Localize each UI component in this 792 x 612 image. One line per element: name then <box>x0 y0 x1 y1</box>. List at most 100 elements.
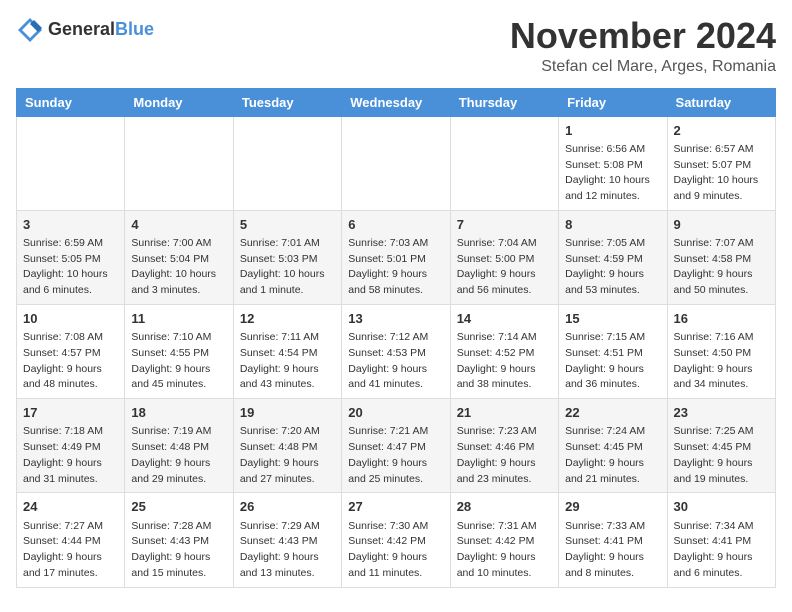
title-section: November 2024 Stefan cel Mare, Arges, Ro… <box>510 16 776 76</box>
day-number: 20 <box>348 404 443 422</box>
day-number: 21 <box>457 404 552 422</box>
day-info: Sunrise: 7:24 AMSunset: 4:45 PMDaylight:… <box>565 424 660 487</box>
weekday-header-friday: Friday <box>559 88 667 116</box>
day-info: Sunrise: 7:07 AMSunset: 4:58 PMDaylight:… <box>674 236 769 299</box>
calendar-cell: 4Sunrise: 7:00 AMSunset: 5:04 PMDaylight… <box>125 210 233 304</box>
day-number: 1 <box>565 122 660 140</box>
day-number: 14 <box>457 310 552 328</box>
weekday-header-sunday: Sunday <box>17 88 125 116</box>
day-info: Sunrise: 7:33 AMSunset: 4:41 PMDaylight:… <box>565 519 660 582</box>
calendar-cell <box>342 116 450 210</box>
day-info: Sunrise: 7:29 AMSunset: 4:43 PMDaylight:… <box>240 519 335 582</box>
day-number: 7 <box>457 216 552 234</box>
day-number: 23 <box>674 404 769 422</box>
calendar-cell: 1 Sunrise: 6:56 AMSunset: 5:08 PMDaylight… <box>559 116 667 210</box>
day-number: 26 <box>240 498 335 516</box>
weekday-header-thursday: Thursday <box>450 88 558 116</box>
day-number: 16 <box>674 310 769 328</box>
calendar-cell: 8 Sunrise: 7:05 AMSunset: 4:59 PMDaylight… <box>559 210 667 304</box>
calendar-cell <box>125 116 233 210</box>
day-info: Sunrise: 7:28 AMSunset: 4:43 PMDaylight:… <box>131 519 226 582</box>
calendar-cell: 10 Sunrise: 7:08 AMSunset: 4:57 PMDayligh… <box>17 304 125 398</box>
calendar-cell: 19Sunrise: 7:20 AMSunset: 4:48 PMDayligh… <box>233 399 341 493</box>
calendar-cell <box>17 116 125 210</box>
day-info: Sunrise: 7:27 AMSunset: 4:44 PMDaylight:… <box>23 519 118 582</box>
day-number: 18 <box>131 404 226 422</box>
day-info: Sunrise: 7:16 AMSunset: 4:50 PMDaylight:… <box>674 330 769 393</box>
calendar-cell: 20Sunrise: 7:21 AMSunset: 4:47 PMDayligh… <box>342 399 450 493</box>
week-row-3: 10 Sunrise: 7:08 AMSunset: 4:57 PMDayligh… <box>17 304 776 398</box>
day-number: 5 <box>240 216 335 234</box>
day-info: Sunrise: 7:00 AMSunset: 5:04 PMDaylight:… <box>131 236 226 299</box>
day-info: Sunrise: 6:56 AMSunset: 5:08 PMDaylight:… <box>565 142 660 205</box>
day-number: 13 <box>348 310 443 328</box>
logo-general: GeneralBlue <box>48 20 154 40</box>
day-info: Sunrise: 7:05 AMSunset: 4:59 PMDaylight:… <box>565 236 660 299</box>
day-number: 17 <box>23 404 118 422</box>
day-number: 2 <box>674 122 769 140</box>
weekday-header-monday: Monday <box>125 88 233 116</box>
calendar-cell: 12 Sunrise: 7:11 AMSunset: 4:54 PMDayligh… <box>233 304 341 398</box>
day-number: 28 <box>457 498 552 516</box>
calendar-cell: 6Sunrise: 7:03 AMSunset: 5:01 PMDaylight… <box>342 210 450 304</box>
day-info: Sunrise: 7:03 AMSunset: 5:01 PMDaylight:… <box>348 236 443 299</box>
calendar-cell: 23 Sunrise: 7:25 AMSunset: 4:45 PMDayligh… <box>667 399 775 493</box>
day-info: Sunrise: 7:12 AMSunset: 4:53 PMDaylight:… <box>348 330 443 393</box>
calendar-table: SundayMondayTuesdayWednesdayThursdayFrid… <box>16 88 776 588</box>
day-info: Sunrise: 7:31 AMSunset: 4:42 PMDaylight:… <box>457 519 552 582</box>
calendar-cell: 28 Sunrise: 7:31 AMSunset: 4:42 PMDayligh… <box>450 493 558 587</box>
logo: GeneralBlue <box>16 16 154 44</box>
weekday-header-saturday: Saturday <box>667 88 775 116</box>
day-number: 3 <box>23 216 118 234</box>
day-number: 29 <box>565 498 660 516</box>
day-info: Sunrise: 7:14 AMSunset: 4:52 PMDaylight:… <box>457 330 552 393</box>
day-number: 12 <box>240 310 335 328</box>
day-info: Sunrise: 7:15 AMSunset: 4:51 PMDaylight:… <box>565 330 660 393</box>
calendar-cell: 11 Sunrise: 7:10 AMSunset: 4:55 PMDayligh… <box>125 304 233 398</box>
day-info: Sunrise: 7:10 AMSunset: 4:55 PMDaylight:… <box>131 330 226 393</box>
week-row-2: 3 Sunrise: 6:59 AMSunset: 5:05 PMDaylight… <box>17 210 776 304</box>
day-number: 19 <box>240 404 335 422</box>
day-info: Sunrise: 6:57 AMSunset: 5:07 PMDaylight:… <box>674 142 769 205</box>
day-info: Sunrise: 7:19 AMSunset: 4:48 PMDaylight:… <box>131 424 226 487</box>
day-number: 10 <box>23 310 118 328</box>
calendar-cell: 13 Sunrise: 7:12 AMSunset: 4:53 PMDayligh… <box>342 304 450 398</box>
weekday-header-tuesday: Tuesday <box>233 88 341 116</box>
day-info: Sunrise: 7:25 AMSunset: 4:45 PMDaylight:… <box>674 424 769 487</box>
day-number: 30 <box>674 498 769 516</box>
week-row-4: 17 Sunrise: 7:18 AMSunset: 4:49 PMDayligh… <box>17 399 776 493</box>
calendar-cell: 21 Sunrise: 7:23 AMSunset: 4:46 PMDayligh… <box>450 399 558 493</box>
day-info: Sunrise: 6:59 AMSunset: 5:05 PMDaylight:… <box>23 236 118 299</box>
calendar-cell: 15 Sunrise: 7:15 AMSunset: 4:51 PMDayligh… <box>559 304 667 398</box>
day-number: 22 <box>565 404 660 422</box>
calendar-cell: 25 Sunrise: 7:28 AMSunset: 4:43 PMDayligh… <box>125 493 233 587</box>
calendar-cell: 3 Sunrise: 6:59 AMSunset: 5:05 PMDaylight… <box>17 210 125 304</box>
week-row-5: 24 Sunrise: 7:27 AMSunset: 4:44 PMDayligh… <box>17 493 776 587</box>
calendar-cell: 7Sunrise: 7:04 AMSunset: 5:00 PMDaylight… <box>450 210 558 304</box>
calendar-cell: 14 Sunrise: 7:14 AMSunset: 4:52 PMDayligh… <box>450 304 558 398</box>
month-title: November 2024 <box>510 16 776 56</box>
calendar-cell: 16 Sunrise: 7:16 AMSunset: 4:50 PMDayligh… <box>667 304 775 398</box>
calendar-cell: 18 Sunrise: 7:19 AMSunset: 4:48 PMDayligh… <box>125 399 233 493</box>
calendar-cell: 26 Sunrise: 7:29 AMSunset: 4:43 PMDayligh… <box>233 493 341 587</box>
day-info: Sunrise: 7:23 AMSunset: 4:46 PMDaylight:… <box>457 424 552 487</box>
day-number: 11 <box>131 310 226 328</box>
day-number: 9 <box>674 216 769 234</box>
day-info: Sunrise: 7:08 AMSunset: 4:57 PMDaylight:… <box>23 330 118 393</box>
day-info: Sunrise: 7:11 AMSunset: 4:54 PMDaylight:… <box>240 330 335 393</box>
calendar-cell <box>233 116 341 210</box>
day-number: 15 <box>565 310 660 328</box>
day-number: 25 <box>131 498 226 516</box>
header: GeneralBlue November 2024 Stefan cel Mar… <box>16 16 776 76</box>
day-info: Sunrise: 7:18 AMSunset: 4:49 PMDaylight:… <box>23 424 118 487</box>
day-number: 8 <box>565 216 660 234</box>
day-info: Sunrise: 7:30 AMSunset: 4:42 PMDaylight:… <box>348 519 443 582</box>
location-title: Stefan cel Mare, Arges, Romania <box>510 58 776 76</box>
calendar-cell: 27Sunrise: 7:30 AMSunset: 4:42 PMDayligh… <box>342 493 450 587</box>
week-row-1: 1 Sunrise: 6:56 AMSunset: 5:08 PMDaylight… <box>17 116 776 210</box>
calendar-cell: 30Sunrise: 7:34 AMSunset: 4:41 PMDayligh… <box>667 493 775 587</box>
weekday-header-row: SundayMondayTuesdayWednesdayThursdayFrid… <box>17 88 776 116</box>
day-number: 24 <box>23 498 118 516</box>
logo-icon <box>16 16 44 44</box>
calendar-cell <box>450 116 558 210</box>
